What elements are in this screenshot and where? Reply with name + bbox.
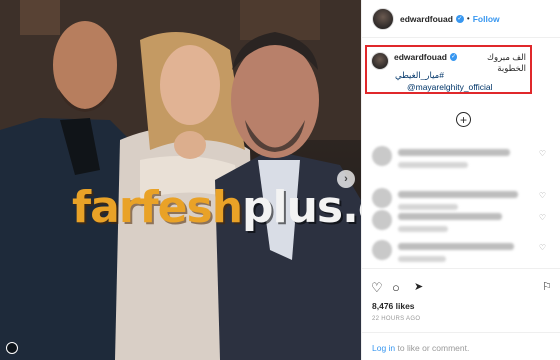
comment-avatar[interactable]	[372, 188, 392, 208]
tagged-user-icon[interactable]	[6, 342, 18, 354]
photo-illustration	[0, 0, 361, 360]
caption-text: الف مبروك الخطوبة	[486, 52, 526, 73]
login-prompt: Log in to like or comment.	[362, 332, 560, 360]
header-username[interactable]: edwardfouad	[400, 14, 453, 24]
comment-item: ♡	[372, 210, 552, 240]
watermark-part-1: farfesh	[72, 182, 243, 233]
background-light	[20, 0, 60, 35]
header-separator: •	[466, 14, 470, 23]
caption-username[interactable]: edwardfouad	[394, 52, 447, 62]
post-actions: ♡ ○ ➤ ⚐ 8,476 likes 22 HOURS AGO	[362, 268, 560, 330]
comment-meta-blurred	[398, 162, 468, 168]
comment-meta-blurred	[398, 256, 446, 262]
woman-neck	[174, 131, 206, 159]
post-header: edwardfouad ✓ • Follow	[362, 0, 560, 38]
caption-highlight-box: edwardfouad ✓ الف مبروك الخطوبة #ميار_ال…	[365, 45, 532, 94]
load-more-comments-icon[interactable]: +	[456, 112, 471, 127]
comment-like-icon[interactable]: ♡	[539, 149, 546, 158]
woman-face	[160, 45, 220, 125]
share-icon[interactable]: ➤	[414, 281, 423, 294]
caption-mention-link[interactable]: @mayarelghity_official	[407, 82, 526, 92]
like-heart-icon[interactable]: ♡	[371, 281, 383, 294]
caption-verified-icon: ✓	[449, 53, 458, 61]
comment-text-blurred	[398, 243, 514, 250]
avatar[interactable]	[372, 7, 394, 30]
watermark-part-2: plus.com	[242, 182, 361, 233]
caption-avatar[interactable]	[371, 52, 389, 70]
comment-item: ♡	[372, 146, 552, 176]
comment-like-icon[interactable]: ♡	[539, 243, 546, 252]
comment-meta-blurred	[398, 226, 448, 232]
comment-avatar[interactable]	[372, 240, 392, 260]
comment-bubble-icon[interactable]: ○	[392, 281, 400, 294]
comment-text-blurred	[398, 213, 502, 220]
login-prompt-text: to like or comment.	[395, 343, 470, 353]
post-photo[interactable]: farfeshplus.com ›	[0, 0, 361, 360]
comment-text-blurred	[398, 191, 518, 198]
comment-avatar[interactable]	[372, 210, 392, 230]
watermark-logo: farfeshplus.com	[72, 182, 361, 233]
post-side-panel: edwardfouad ✓ • Follow edwardfouad ✓ الف…	[361, 0, 560, 360]
comment-item: ♡	[372, 240, 552, 270]
comment-like-icon[interactable]: ♡	[539, 213, 546, 222]
comment-text-blurred	[398, 149, 510, 156]
likes-count[interactable]: 8,476 likes	[372, 301, 415, 311]
right-man-head	[231, 42, 319, 158]
login-link[interactable]: Log in	[372, 343, 395, 353]
next-photo-arrow-icon[interactable]: ›	[337, 170, 355, 188]
comment-like-icon[interactable]: ♡	[539, 191, 546, 200]
bookmark-icon[interactable]: ⚐	[542, 281, 552, 294]
comment-avatar[interactable]	[372, 146, 392, 166]
verified-icon: ✓	[455, 14, 464, 23]
follow-button[interactable]: Follow	[473, 14, 500, 24]
post-timestamp: 22 HOURS AGO	[372, 316, 421, 322]
